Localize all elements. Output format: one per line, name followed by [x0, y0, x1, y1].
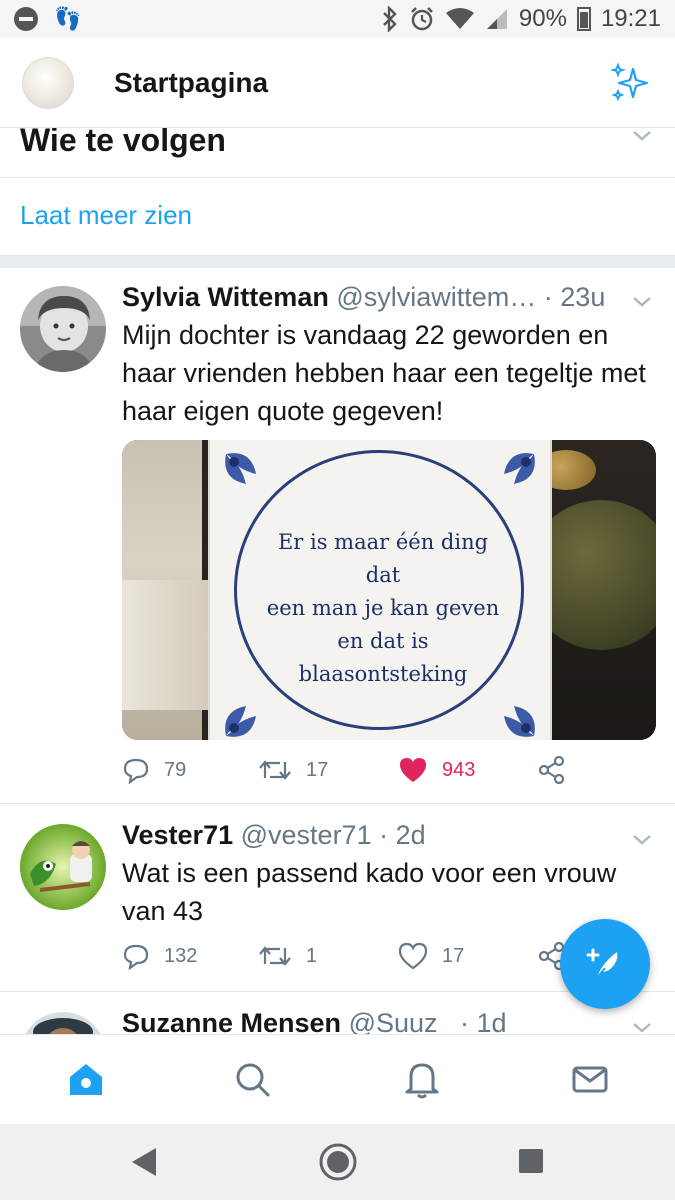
battery-percent: 90% [518, 5, 567, 32]
battery-icon [576, 7, 591, 31]
author-handle[interactable]: @Suuz_ [349, 1008, 453, 1034]
tweet[interactable]: Suzanne Mensen @Suuz_ · 1d [0, 992, 675, 1034]
page-title: Startpagina [114, 66, 269, 98]
status-bar: 👣 90% 19:21 [0, 0, 675, 38]
bottom-navigation [0, 1034, 675, 1124]
retweet-button[interactable]: 1 [258, 942, 317, 970]
author-name[interactable]: Suzanne Mensen [122, 1008, 341, 1034]
tweet-time: · 23u [543, 282, 606, 312]
section-divider [0, 256, 675, 268]
share-button[interactable] [538, 756, 566, 784]
heart-filled-icon [400, 758, 426, 782]
chevron-down-icon[interactable] [631, 832, 653, 848]
signal-icon [486, 9, 507, 29]
who-to-follow-section: Wie te volgen [0, 128, 675, 178]
retweet-icon [259, 946, 291, 966]
chevron-down-icon[interactable] [631, 294, 653, 310]
tweet-header: Vester71 @vester71 · 2d [122, 820, 426, 851]
chevron-down-icon[interactable] [631, 128, 653, 144]
steps-icon: 👣 [54, 6, 82, 31]
tweet-actions: 79 17 943 [122, 756, 652, 796]
tweet-photo[interactable]: Er is maar één ding dat een man je kan g… [122, 440, 656, 740]
screen: 👣 90% 19:21 Startpagina Wie te volgen La… [0, 0, 675, 1200]
bluetooth-icon [383, 6, 397, 32]
back-icon[interactable] [128, 1144, 160, 1180]
show-more-label: Laat meer zien [20, 200, 192, 230]
avatar[interactable] [20, 1012, 106, 1034]
show-more-link[interactable]: Laat meer zien [0, 178, 675, 256]
like-button[interactable]: 943 [398, 756, 475, 784]
system-navigation-bar [0, 1124, 675, 1200]
alarm-icon [411, 7, 433, 31]
author-name[interactable]: Sylvia Witteman [122, 282, 329, 312]
reply-icon [123, 944, 149, 970]
retweet-count: 17 [306, 758, 329, 781]
author-handle[interactable]: @sylviawittem… [336, 282, 536, 312]
reply-count: 79 [164, 758, 187, 781]
like-count: 943 [442, 758, 476, 781]
tweet-header: Suzanne Mensen @Suuz_ · 1d [122, 1008, 507, 1034]
do-not-disturb-icon [14, 7, 38, 31]
reply-icon [123, 758, 149, 784]
recents-icon[interactable] [518, 1148, 544, 1174]
home-button-icon[interactable] [318, 1142, 358, 1182]
compose-tweet-button[interactable] [560, 919, 650, 1009]
tweet-time: · 2d [379, 820, 426, 850]
tweet-time: · 1d [460, 1008, 507, 1034]
author-name[interactable]: Vester71 [122, 820, 233, 850]
like-button[interactable]: 17 [398, 942, 464, 970]
app-header: Startpagina [0, 38, 675, 128]
avatar[interactable] [20, 286, 106, 372]
tile-quote-line: een man je kan geven [266, 596, 500, 620]
reply-button[interactable]: 132 [122, 942, 197, 970]
retweet-button[interactable]: 17 [258, 756, 328, 784]
compose-feather-icon [586, 948, 618, 979]
search-icon[interactable] [232, 1059, 272, 1099]
retweet-icon [259, 760, 291, 780]
tweet-header: Sylvia Witteman @sylviawittem… · 23u [122, 282, 605, 313]
photo-book [122, 580, 222, 710]
delft-tile: Er is maar één ding dat een man je kan g… [210, 440, 550, 740]
home-icon[interactable] [66, 1059, 106, 1099]
reply-button[interactable]: 79 [122, 756, 186, 784]
tile-quote: Er is maar één ding dat een man je kan g… [258, 526, 508, 691]
share-icon [538, 756, 565, 784]
tile-quote-line: en dat is blaasontsteking [298, 629, 468, 686]
avatar[interactable] [20, 824, 106, 910]
clock: 19:21 [600, 5, 661, 32]
sparkle-icon[interactable] [609, 61, 653, 105]
profile-avatar[interactable] [22, 56, 74, 109]
section-title: Wie te volgen [20, 128, 226, 158]
notifications-icon[interactable] [402, 1059, 442, 1099]
wifi-icon [445, 8, 474, 29]
reply-count: 132 [164, 944, 198, 967]
chevron-down-icon[interactable] [631, 1020, 653, 1034]
like-count: 17 [442, 944, 465, 967]
messages-icon[interactable] [570, 1059, 610, 1099]
tweet-text: Wat is een passend kado voor een vrouw v… [122, 858, 617, 926]
heart-icon [398, 942, 428, 970]
retweet-count: 1 [306, 944, 318, 967]
tweet[interactable]: Sylvia Witteman @sylviawittem… · 23u Mij… [0, 268, 675, 804]
tile-quote-line: Er is maar één ding dat [277, 530, 489, 587]
author-handle[interactable]: @vester71 [241, 820, 372, 850]
tweet-text: Mijn dochter is vandaag 22 geworden en h… [122, 320, 646, 426]
